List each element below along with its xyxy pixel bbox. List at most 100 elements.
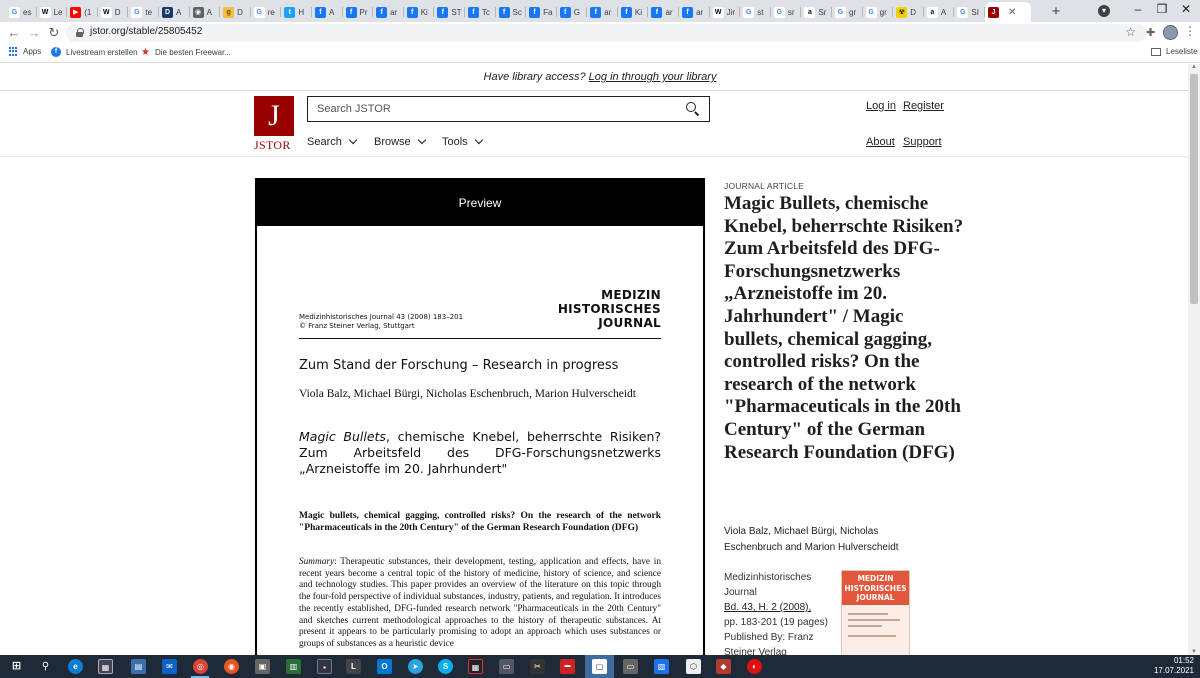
browser-tab[interactable]: Ges — [6, 2, 37, 22]
browser-tab[interactable]: f ar — [648, 2, 679, 22]
extensions-icon[interactable]: ✚ — [1146, 26, 1155, 39]
store-icon[interactable]: ▤ — [131, 659, 146, 674]
journal-cover-image[interactable]: MEDIZIN HISTORISCHES JOURNAL — [841, 570, 910, 658]
bookmark-freewar[interactable]: ★ Die besten Freewar... — [141, 47, 231, 58]
bookmark-star-icon[interactable]: ☆ — [1125, 25, 1136, 39]
browser-tab[interactable]: f Fa — [526, 2, 557, 22]
profile-avatar[interactable] — [1163, 25, 1178, 40]
browser-tab[interactable]: fG — [557, 2, 588, 22]
browser-menu-icon[interactable]: ⋮ — [1184, 24, 1196, 38]
browser-tab[interactable]: ▶ (1 — [67, 2, 98, 22]
app-icon[interactable]: ▦ — [468, 659, 483, 674]
live-app-icon[interactable]: L — [346, 659, 361, 674]
telegram-icon[interactable]: ➤ — [408, 659, 423, 674]
browser-tab[interactable]: f Sc — [496, 2, 527, 22]
app-icon[interactable]: ◐ — [747, 659, 762, 674]
jstor-logo[interactable]: J JSTOR — [254, 96, 296, 156]
minimize-icon[interactable]: – — [1128, 2, 1148, 16]
nav-search[interactable]: Search — [307, 135, 358, 148]
reload-icon[interactable]: ↻ — [46, 25, 62, 41]
nav-browse[interactable]: Browse — [374, 135, 426, 148]
article-preview[interactable]: Preview MEDIZIN HISTORISCHES JOURNAL Med… — [255, 178, 705, 658]
spreadsheet-icon[interactable]: ▥ — [286, 659, 301, 674]
ubuntu-icon[interactable]: ◉ — [224, 659, 239, 674]
browser-tab[interactable]: f Tc — [465, 2, 496, 22]
browser-tab[interactable]: W Jir — [710, 2, 741, 22]
browser-tab[interactable]: f ar — [679, 2, 710, 22]
scrollbar-thumb[interactable] — [1190, 74, 1198, 304]
lock-icon[interactable] — [76, 28, 84, 37]
app-icon[interactable]: ▬ — [560, 659, 575, 674]
browser-tab[interactable]: Gte — [128, 2, 159, 22]
app-icon[interactable]: ▭ — [623, 659, 638, 674]
tab-search-icon[interactable]: ▾ — [1098, 5, 1110, 17]
browser-tab[interactable]: Ggr — [863, 2, 894, 22]
back-icon[interactable]: ← — [6, 25, 22, 40]
clock-date[interactable]: 17.07.2021 — [1154, 666, 1194, 675]
browser-tab[interactable]: Gsr — [771, 2, 802, 22]
nav-tools[interactable]: Tools — [442, 135, 483, 148]
clock-time[interactable]: 01:52 — [1174, 656, 1194, 665]
browser-tab[interactable]: tH — [281, 2, 312, 22]
library-login-link[interactable]: Log in through your library — [589, 71, 717, 83]
address-bar[interactable]: jstor.org/stable/25805452 ☆ — [66, 24, 1146, 42]
search-icon[interactable] — [686, 102, 699, 115]
browser-tab-label: D — [237, 7, 243, 17]
browser-tab[interactable]: fA — [312, 2, 343, 22]
url-text[interactable]: jstor.org/stable/25805452 — [90, 26, 202, 37]
browser-tab[interactable]: f Pr — [343, 2, 374, 22]
page-scrollbar[interactable]: ▲ ▼ — [1188, 64, 1200, 655]
task-view-icon[interactable]: ▦ — [98, 659, 113, 674]
browser-tab[interactable]: f Ki — [618, 2, 649, 22]
outlook-icon[interactable]: O — [377, 659, 392, 674]
search-input[interactable] — [308, 97, 709, 121]
browser-tab[interactable]: aA — [924, 2, 955, 22]
doc-icon: D — [161, 6, 173, 18]
app-icon[interactable]: ▢ — [592, 659, 607, 674]
browser-tab-active[interactable]: J ✕ — [985, 2, 1031, 22]
app-icon[interactable]: ▣ — [255, 659, 270, 674]
app-icon[interactable]: ▧ — [654, 659, 669, 674]
browser-tab[interactable]: Gre — [251, 2, 282, 22]
about-link[interactable]: About — [866, 136, 895, 148]
app-icon[interactable]: ▪ — [317, 659, 332, 674]
browser-tab[interactable]: Gst — [740, 2, 771, 22]
mail-icon[interactable]: ✉ — [162, 659, 177, 674]
issue-link[interactable]: Bd. 43, H. 2 (2008), — [724, 602, 811, 613]
browser-tab[interactable]: f ar — [373, 2, 404, 22]
scroll-up-icon[interactable]: ▲ — [1191, 64, 1197, 70]
skype-icon[interactable]: S — [438, 659, 453, 674]
taskbar-search-icon[interactable]: ⚲ — [38, 659, 53, 674]
forward-icon[interactable]: → — [26, 25, 42, 40]
new-tab-button[interactable]: + — [1048, 3, 1064, 20]
tab-close-icon[interactable]: ✕ — [1008, 7, 1016, 18]
restore-icon[interactable]: ❐ — [1152, 2, 1172, 16]
browser-tab[interactable]: gD — [220, 2, 251, 22]
bookmark-apps[interactable]: Apps — [9, 47, 41, 56]
app-icon[interactable]: ▭ — [499, 659, 514, 674]
browser-tab[interactable]: a Sr — [801, 2, 832, 22]
edge-icon[interactable]: e — [68, 659, 83, 674]
browser-tab[interactable]: Ggr — [832, 2, 863, 22]
browser-tab[interactable]: f ar — [587, 2, 618, 22]
browser-tab[interactable]: W Le — [37, 2, 68, 22]
browser-tab[interactable]: DA — [159, 2, 190, 22]
browser-tab[interactable]: ☢ D — [893, 2, 924, 22]
bookmark-livestream[interactable]: f Livestream erstellen — [51, 47, 138, 57]
cube-icon[interactable]: ⬡ — [686, 659, 701, 674]
browser-tab[interactable]: WD — [98, 2, 129, 22]
browser-tab[interactable]: f ST — [434, 2, 465, 22]
app-icon[interactable]: ◆ — [716, 659, 731, 674]
reading-list[interactable]: Leseliste — [1151, 47, 1198, 56]
browser-tab[interactable]: G SI — [954, 2, 985, 22]
tools-icon[interactable]: ✂ — [530, 659, 545, 674]
support-link[interactable]: Support — [903, 136, 942, 148]
browser-tab[interactable]: ◉ A — [190, 2, 221, 22]
chrome-icon[interactable]: ◎ — [193, 659, 208, 674]
window-close-icon[interactable]: ✕ — [1176, 2, 1196, 16]
login-link[interactable]: Log in — [866, 100, 896, 112]
browser-tab[interactable]: f Ki — [404, 2, 435, 22]
register-link[interactable]: Register — [903, 100, 944, 112]
nav-tools-label: Tools — [442, 136, 468, 148]
windows-start-icon[interactable]: ⊞ — [9, 659, 24, 674]
